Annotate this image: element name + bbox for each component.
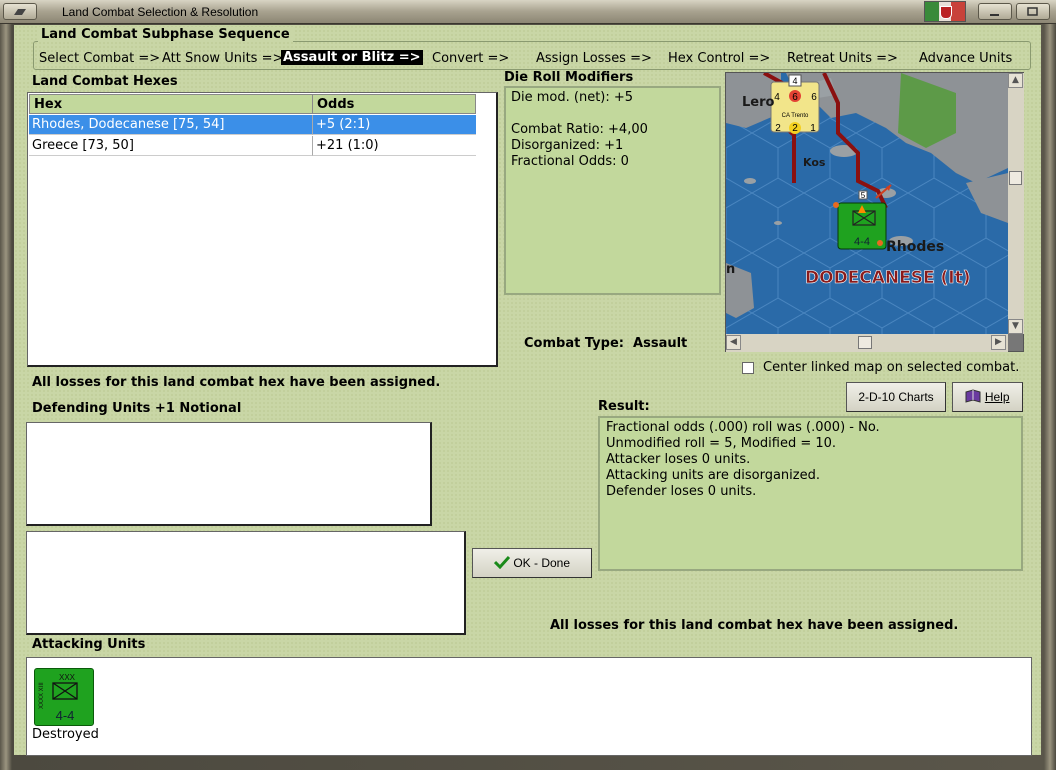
land-combat-hexes-title: Land Combat Hexes — [32, 74, 178, 89]
help-label: Help — [984, 390, 1010, 404]
checkbox-box[interactable] — [742, 362, 754, 374]
attacking-units-list[interactable] — [26, 657, 1032, 756]
window-title: Land Combat Selection & Resolution — [62, 5, 259, 19]
result-title: Result: — [598, 399, 650, 414]
step-hex-control: Hex Control => — [668, 51, 771, 66]
horizontal-scroll-thumb[interactable] — [858, 336, 872, 349]
scroll-right-icon[interactable]: ▶ — [991, 335, 1006, 350]
hex-cell: Rhodes, Dodecanese [75, 54] — [29, 115, 313, 135]
map-label-edge: n — [726, 262, 735, 277]
minimize-button[interactable] — [978, 3, 1012, 20]
linked-map[interactable]: 4 4 6 6 CA Trento 2 2 1 5 4-4 Lero Kos R… — [725, 72, 1024, 352]
attacking-units-title: Attacking Units — [32, 637, 146, 652]
drm-fractional-odds: Fractional Odds: 0 — [511, 154, 629, 169]
step-advance-units: Advance Units — [919, 51, 1013, 66]
table-row[interactable]: Rhodes, Dodecanese [75, 54] +5 (2:1) — [29, 115, 476, 135]
hex-cell: Greece [73, 50] — [29, 136, 313, 156]
charts-button[interactable]: 2-D-10 Charts — [846, 382, 946, 412]
title-bar[interactable]: Land Combat Selection & Resolution — [0, 0, 1056, 24]
column-header-hex[interactable]: Hex — [29, 94, 313, 114]
naval-counter[interactable]: 4 4 6 6 CA Trento 2 2 1 — [770, 74, 820, 134]
result-box: Fractional odds (.000) roll was (.000) -… — [598, 416, 1023, 571]
map-viewport[interactable]: 4 4 6 6 CA Trento 2 2 1 5 4-4 Lero Kos R… — [726, 73, 1008, 334]
column-header-odds[interactable]: Odds — [312, 94, 476, 114]
svg-text:2: 2 — [775, 123, 781, 134]
restore-button[interactable] — [1016, 3, 1050, 20]
vertical-scroll-thumb[interactable] — [1009, 171, 1022, 185]
step-att-snow-units: Att Snow Units => — [162, 51, 284, 66]
subphase-sequence-title: Land Combat Subphase Sequence — [38, 27, 293, 42]
result-line: Unmodified roll = 5, Modified = 10. — [606, 436, 837, 451]
step-select-combat: Select Combat => — [39, 51, 161, 66]
ok-done-label: OK - Done — [513, 556, 571, 570]
die-roll-modifiers-title: Die Roll Modifiers — [504, 70, 634, 85]
attacking-unit-counter[interactable]: XXX XXXX XIII 4-4 — [29, 661, 94, 726]
result-line: Attacking units are disorganized. — [606, 468, 820, 483]
window-icon — [14, 9, 26, 15]
check-icon — [493, 555, 511, 570]
losses-assigned-message: All losses for this land combat hex have… — [32, 375, 441, 390]
restore-icon — [1027, 7, 1038, 16]
drm-disorganized: Disorganized: +1 — [511, 138, 624, 153]
svg-text:2: 2 — [792, 123, 798, 134]
drm-combat-ratio: Combat Ratio: +4,00 — [511, 122, 648, 137]
die-roll-modifiers-box: Die mod. (net): +5 Combat Ratio: +4,00 D… — [504, 86, 721, 295]
land-unit-strength: 4-4 — [854, 236, 870, 248]
scroll-up-icon[interactable]: ▲ — [1008, 73, 1023, 88]
odds-cell: +5 (2:1) — [313, 115, 476, 135]
step-assault-or-blitz: Assault or Blitz => — [281, 50, 423, 65]
center-map-label[interactable]: Center linked map on selected combat. — [763, 360, 1019, 375]
map-label-dodecanese: DODECANESE (It) — [805, 268, 971, 288]
combat-type-value: Assault — [633, 336, 688, 351]
land-combat-hexes-table[interactable]: Hex Odds Rhodes, Dodecanese [75, 54] +5 … — [27, 92, 498, 367]
result-line: Attacker loses 0 units. — [606, 452, 751, 467]
map-label-lero: Lero — [742, 95, 775, 110]
defending-units-list[interactable] — [26, 422, 432, 526]
naval-unit-name: CA Trento — [782, 113, 809, 119]
drm-net: Die mod. (net): +5 — [511, 90, 634, 105]
map-label-rhodes: Rhodes — [886, 239, 944, 255]
unit-status: Destroyed — [32, 727, 99, 742]
odds-cell: +21 (1:0) — [313, 136, 476, 156]
scroll-down-icon[interactable]: ▼ — [1008, 319, 1023, 334]
land-stack-count: 5 — [861, 191, 866, 200]
step-retreat-units: Retreat Units => — [787, 51, 898, 66]
svg-text:4: 4 — [774, 92, 780, 103]
help-button[interactable]: Help — [952, 382, 1023, 412]
minimize-icon — [990, 14, 999, 16]
step-convert: Convert => — [432, 51, 510, 66]
unit-id: XXXX XIII — [39, 682, 45, 709]
map-label-kos: Kos — [803, 156, 826, 169]
defending-notional-list[interactable] — [26, 531, 466, 635]
svg-text:6: 6 — [792, 92, 798, 103]
result-line: Defender loses 0 units. — [606, 484, 757, 499]
scroll-left-icon[interactable]: ◀ — [726, 335, 741, 350]
help-book-icon — [965, 389, 981, 403]
system-menu-button[interactable] — [3, 3, 37, 20]
combat-type: Combat Type: Assault — [524, 336, 687, 351]
unit-size: XXX — [59, 673, 76, 682]
italy-flag-icon — [924, 1, 966, 22]
defending-units-title: Defending Units +1 Notional — [32, 401, 242, 416]
ok-done-button[interactable]: OK - Done — [472, 548, 592, 578]
unit-strength: 4-4 — [56, 708, 75, 723]
step-assign-losses: Assign Losses => — [536, 51, 652, 66]
result-line: Fractional odds (.000) roll was (.000) -… — [606, 420, 880, 435]
combat-type-label: Combat Type: — [524, 336, 624, 351]
map-horizontal-scrollbar[interactable]: ◀ ▶ — [726, 334, 1008, 352]
map-vertical-scrollbar[interactable]: ▲ ▼ — [1008, 73, 1024, 334]
svg-text:6: 6 — [811, 92, 817, 103]
losses-assigned-message-bottom: All losses for this land combat hex have… — [550, 618, 959, 633]
table-row[interactable]: Greece [73, 50] +21 (1:0) — [29, 136, 476, 156]
svg-text:1: 1 — [810, 123, 816, 134]
naval-stack-count: 4 — [792, 76, 797, 86]
